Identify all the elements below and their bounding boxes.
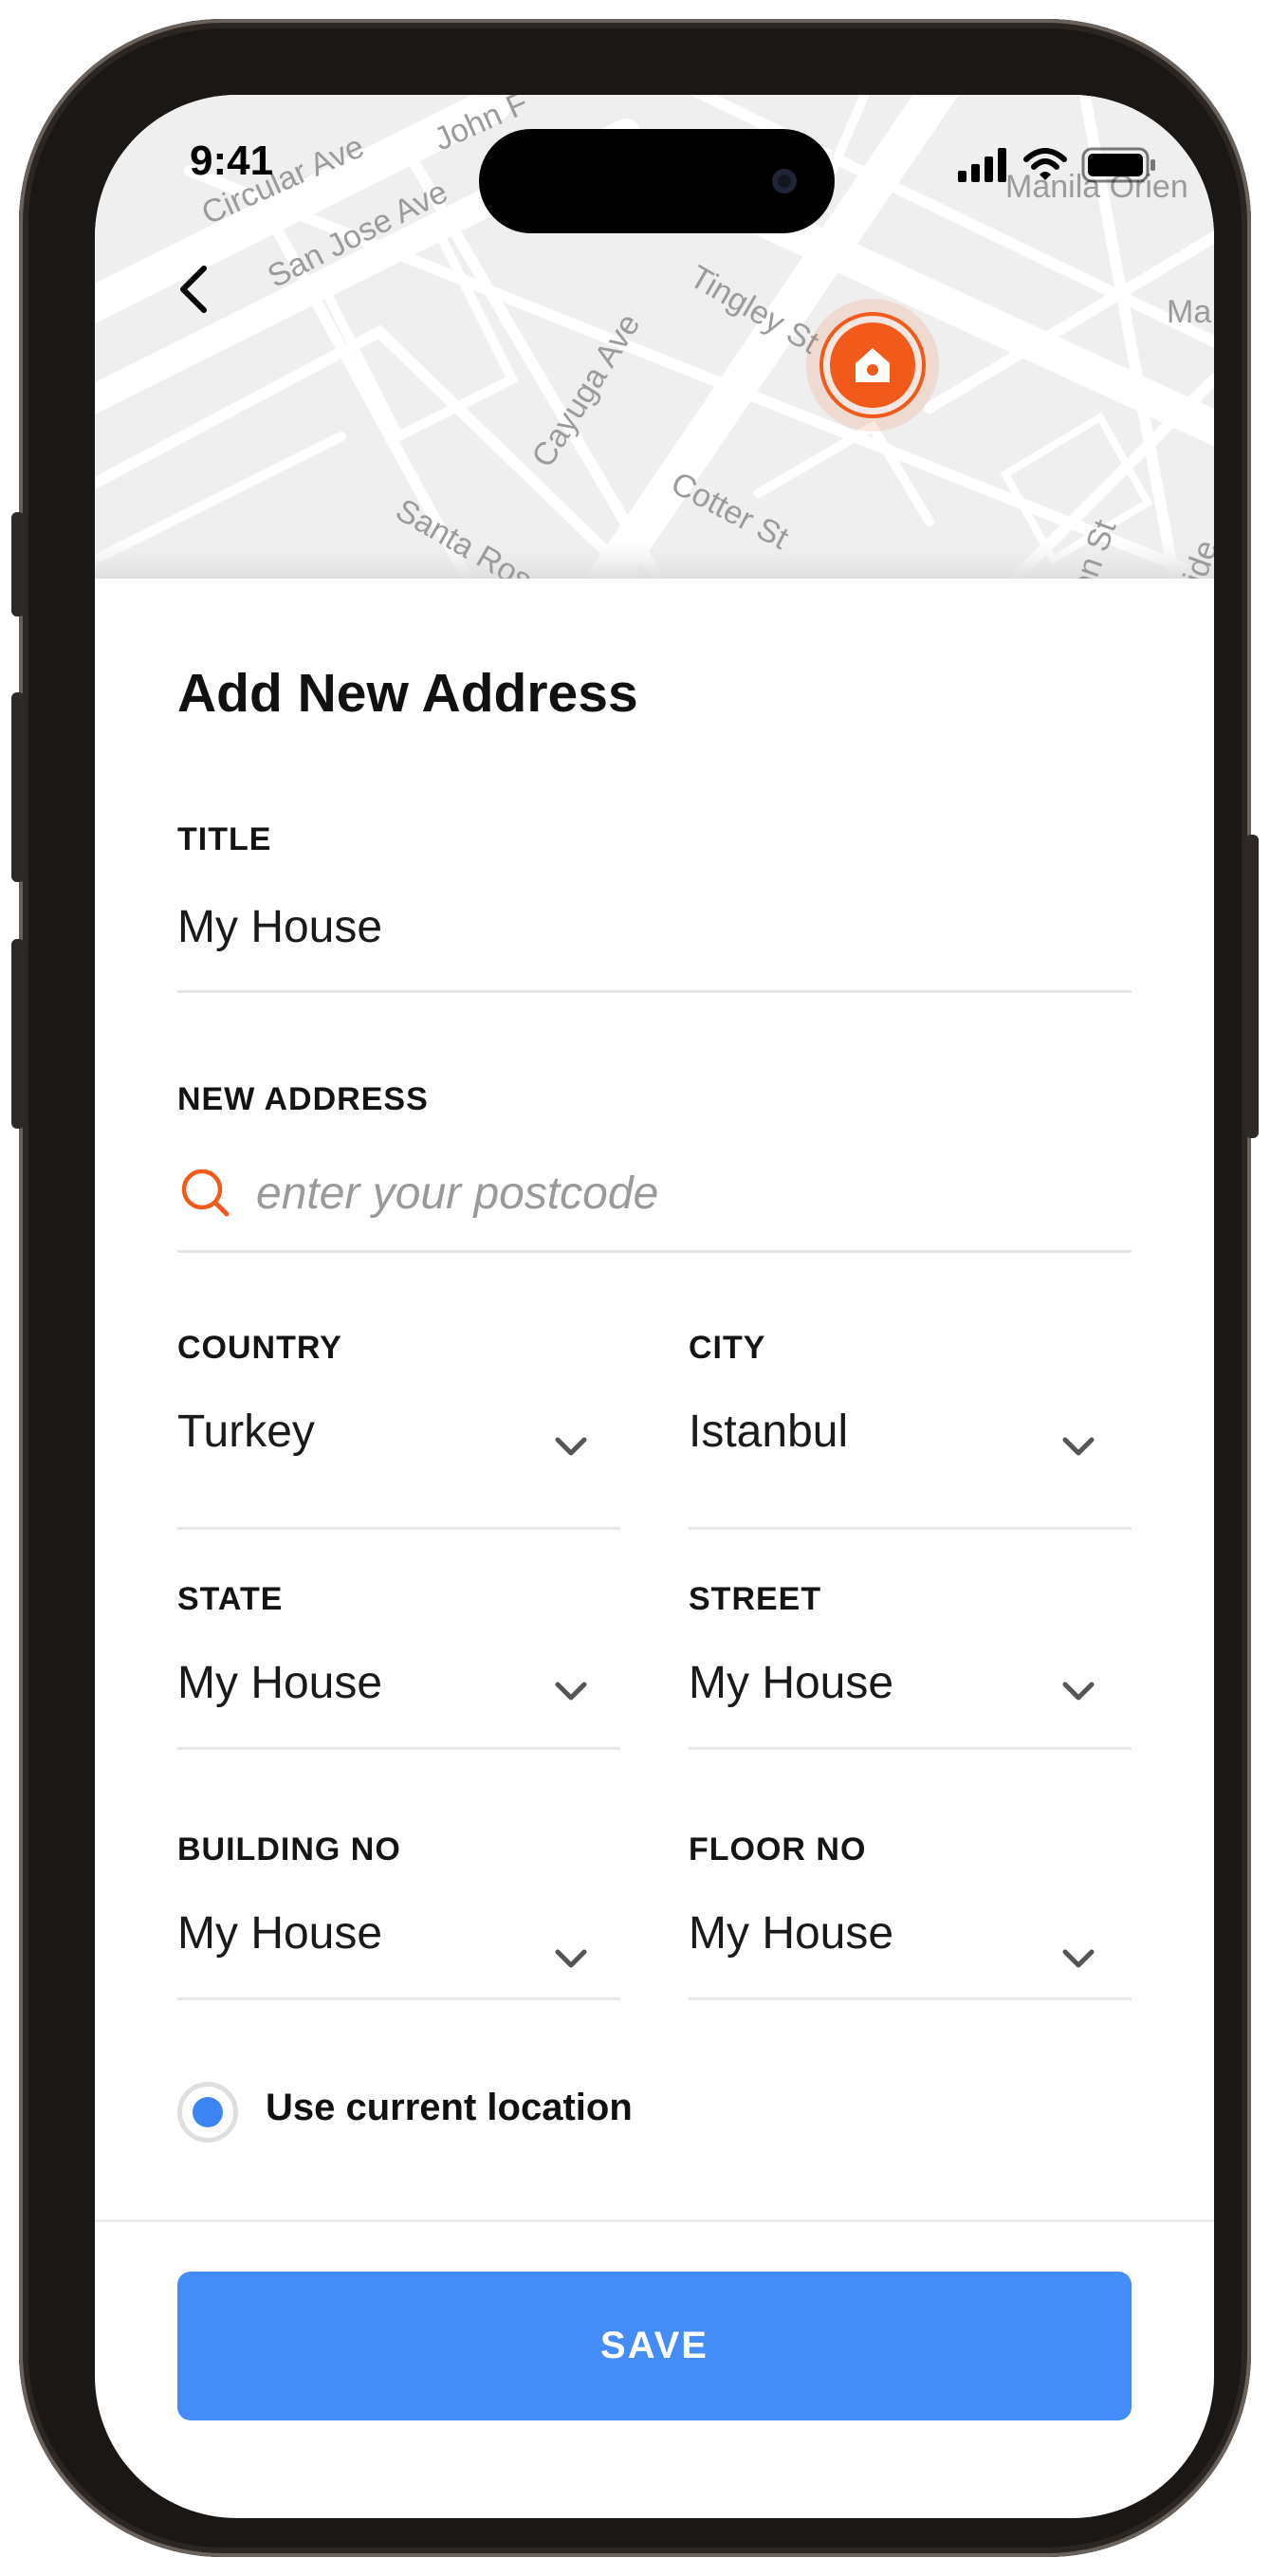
search-icon (181, 1168, 230, 1217)
status-icons (958, 147, 1157, 183)
floor-no-select[interactable]: My House (689, 1907, 893, 1960)
chevron-left-icon (180, 266, 207, 313)
city-underline (689, 1527, 1132, 1530)
back-button[interactable] (161, 256, 228, 322)
chevron-down-icon[interactable] (550, 1937, 592, 1978)
footer-divider (95, 2219, 1214, 2222)
city-label: CITY (689, 1330, 766, 1366)
floor-no-underline (689, 1997, 1132, 2000)
title-field[interactable]: My House (177, 901, 382, 953)
postcode-search-input[interactable] (256, 1155, 1053, 1231)
new-address-underline (177, 1250, 1132, 1253)
volume-down-button (11, 939, 25, 1129)
home-pin-icon[interactable] (806, 299, 939, 432)
chevron-down-icon[interactable] (1058, 1937, 1099, 1978)
street-label: STREET (689, 1581, 822, 1617)
building-no-underline (177, 1997, 620, 2000)
signal-icon (958, 148, 1006, 182)
chevron-down-icon[interactable] (550, 1669, 592, 1711)
volume-up-button (11, 692, 25, 882)
dynamic-island (479, 129, 835, 233)
radio-selected-dot (193, 2097, 223, 2127)
country-select[interactable]: Turkey (177, 1406, 315, 1458)
use-current-location-label[interactable]: Use current location (266, 2087, 633, 2129)
country-underline (177, 1527, 620, 1530)
state-select[interactable]: My House (177, 1657, 382, 1709)
title-underline (177, 990, 1132, 993)
screen: Circular Ave John F San Jose Ave Tingley… (95, 95, 1214, 2518)
country-label: COUNTRY (177, 1330, 342, 1366)
camera-icon (772, 169, 797, 193)
chevron-down-icon[interactable] (550, 1425, 592, 1466)
wifi-icon (1023, 148, 1067, 180)
chevron-down-icon[interactable] (1058, 1669, 1099, 1711)
city-select[interactable]: Istanbul (689, 1406, 848, 1458)
new-address-label: NEW ADDRESS (177, 1081, 429, 1117)
street-label: Ma (1167, 294, 1212, 330)
phone-frame: Circular Ave John F San Jose Ave Tingley… (11, 19, 1259, 2557)
chevron-down-icon[interactable] (1058, 1425, 1099, 1466)
power-button (1245, 835, 1259, 1138)
building-no-label: BUILDING NO (177, 1831, 401, 1868)
battery-icon (1081, 147, 1155, 183)
save-button[interactable]: SAVE (177, 2272, 1132, 2420)
state-label: STATE (177, 1581, 284, 1617)
page-title: Add New Address (177, 663, 638, 724)
building-no-select[interactable]: My House (177, 1907, 382, 1960)
floor-no-label: FLOOR NO (689, 1831, 867, 1868)
state-underline (177, 1747, 620, 1750)
action-button (11, 512, 25, 616)
use-current-location-radio[interactable] (177, 2082, 238, 2143)
status-time: 9:41 (190, 138, 274, 184)
title-label: TITLE (177, 821, 272, 857)
street-underline (689, 1747, 1132, 1750)
street-select[interactable]: My House (689, 1657, 893, 1709)
